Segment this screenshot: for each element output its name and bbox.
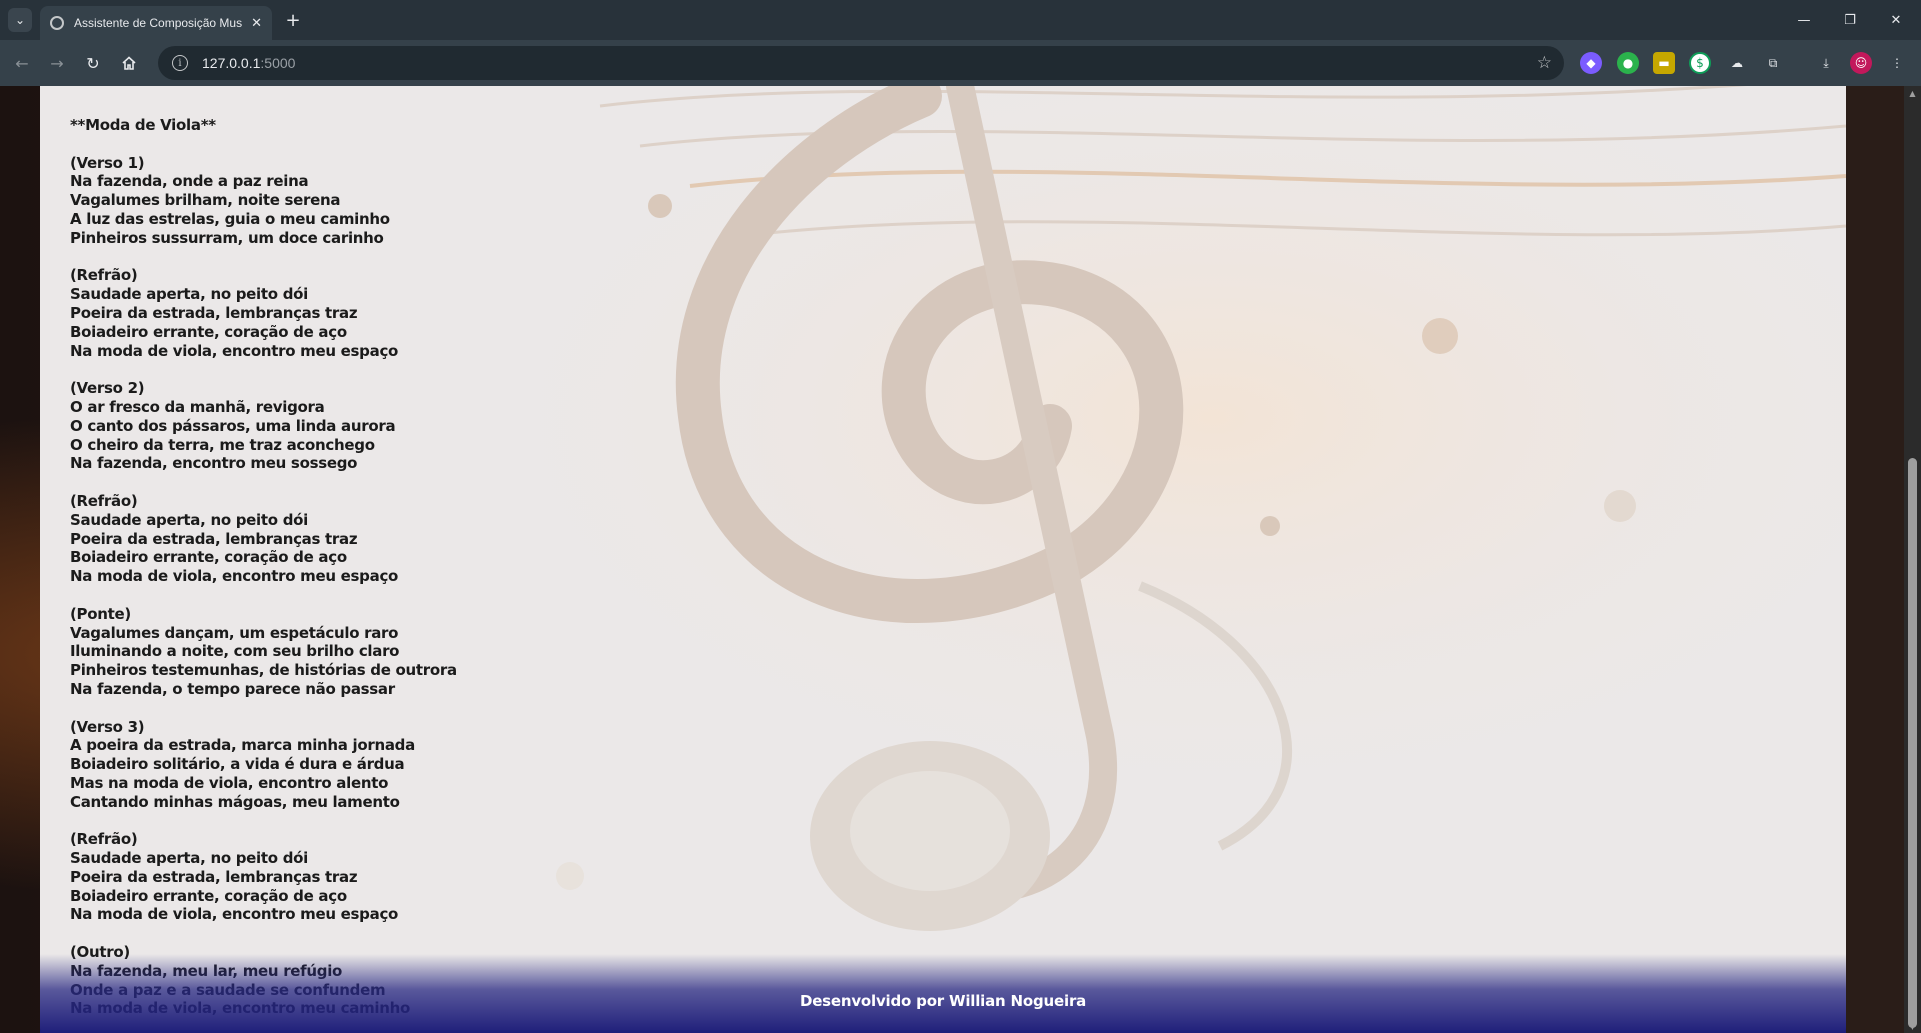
scroll-down-arrow[interactable]: ▼: [1904, 1019, 1921, 1033]
reload-button[interactable]: ↻: [80, 50, 106, 76]
forward-button[interactable]: →: [44, 50, 70, 76]
extension-purple-icon[interactable]: ◆: [1580, 52, 1602, 74]
reload-icon: ↻: [86, 53, 100, 73]
scrollbar-thumb[interactable]: [1908, 458, 1917, 1028]
extension-circle-icon[interactable]: $: [1689, 52, 1711, 74]
extension-yellow-icon[interactable]: ▬: [1653, 52, 1675, 74]
browser-toolbar: ← → ↻ i 127.0.0.1:5000 ☆ ◆ ● ▬ $ ☁ ⧉ ⤓ ☺…: [0, 40, 1921, 86]
browser-tab[interactable]: Assistente de Composição Mus ✕: [40, 6, 272, 40]
tab-close-button[interactable]: ✕: [251, 16, 262, 31]
url-text: 127.0.0.1:5000: [202, 55, 295, 71]
kebab-menu-icon[interactable]: ⋮: [1886, 52, 1908, 74]
puzzle-icon[interactable]: ⧉: [1762, 52, 1784, 74]
arrow-right-icon: →: [50, 53, 64, 73]
address-bar[interactable]: i 127.0.0.1:5000 ☆: [158, 46, 1564, 80]
window-close-button[interactable]: ✕: [1883, 8, 1909, 32]
developer-credit: Desenvolvido por Willian Nogueira: [799, 991, 1087, 1010]
url-host: 127.0.0.1: [202, 55, 261, 71]
star-icon[interactable]: ☆: [1537, 53, 1552, 73]
browser-title-bar: ⌄ Assistente de Composição Mus ✕ + — ❐ ✕: [0, 0, 1921, 40]
new-tab-button[interactable]: +: [282, 9, 304, 31]
home-icon: [122, 56, 136, 70]
page-scrollbar[interactable]: ▲ ▼: [1904, 86, 1921, 1033]
page-viewport: **Moda de Viola** (Verso 1) Na fazenda, …: [0, 86, 1904, 1033]
tab-title: Assistente de Composição Mus: [74, 16, 243, 30]
arrow-left-icon: ←: [15, 53, 29, 73]
song-lyrics: **Moda de Viola** (Verso 1) Na fazenda, …: [70, 116, 457, 1017]
url-port: :5000: [260, 55, 296, 71]
globe-icon: [50, 16, 64, 30]
scroll-up-arrow[interactable]: ▲: [1904, 86, 1921, 100]
tab-search-button[interactable]: ⌄: [8, 8, 32, 32]
window-minimize-button[interactable]: —: [1791, 8, 1817, 32]
home-button[interactable]: [116, 50, 142, 76]
chevron-down-icon: ⌄: [14, 13, 26, 27]
page-footer: Desenvolvido por Willian Nogueira: [40, 954, 1846, 1033]
back-button[interactable]: ←: [9, 50, 35, 76]
lyrics-card: **Moda de Viola** (Verso 1) Na fazenda, …: [40, 86, 1846, 1033]
extension-cloud-icon[interactable]: ☁: [1726, 52, 1748, 74]
extension-green-icon[interactable]: ●: [1617, 52, 1639, 74]
window-restore-button[interactable]: ❐: [1837, 8, 1863, 32]
avatar-icon[interactable]: ☺: [1850, 52, 1872, 74]
download-icon[interactable]: ⤓: [1815, 52, 1837, 74]
info-icon[interactable]: i: [172, 55, 188, 71]
